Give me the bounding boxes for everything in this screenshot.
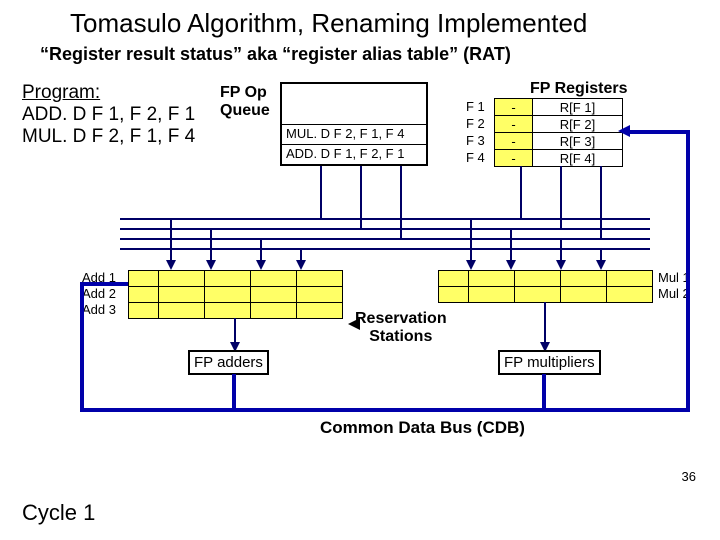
arrow-icon — [618, 125, 630, 137]
add-reservation-stations — [128, 270, 343, 319]
fpop-queue: MUL. D F 2, F 1, F 4 ADD. D F 1, F 2, F … — [280, 82, 428, 166]
fp-registers-label: FP Registers — [530, 80, 628, 98]
program-header: Program: — [22, 82, 195, 104]
cycle-label: Cycle 1 — [22, 500, 95, 526]
fpop-row: ADD. D F 1, F 2, F 1 — [282, 144, 426, 164]
program-block: Program: ADD. D F 1, F 2, F 1 MUL. D F 2… — [22, 82, 195, 148]
add-rs-labels: Add 1 Add 2 Add 3 — [82, 270, 116, 318]
cdb-bus — [80, 408, 690, 412]
fp-reg-names: F 1 F 2 F 3 F 4 — [466, 98, 485, 166]
page-number: 36 — [682, 469, 696, 484]
fp-adders-box: FP adders — [188, 350, 269, 375]
slide-title: Tomasulo Algorithm, Renaming Implemented — [70, 8, 587, 39]
fp-multipliers-box: FP multipliers — [498, 350, 601, 375]
reservation-stations-label: Reservation Stations — [355, 310, 447, 346]
program-line: MUL. D F 2, F 1, F 4 — [22, 126, 195, 148]
arrow-icon — [348, 318, 360, 330]
fp-registers-table: -R[F 1] -R[F 2] -R[F 3] -R[F 4] — [494, 98, 623, 167]
mul-reservation-stations — [438, 270, 653, 303]
cdb-label: Common Data Bus (CDB) — [320, 418, 525, 438]
fpop-row: MUL. D F 2, F 1, F 4 — [282, 124, 426, 144]
fpop-queue-label: FP Op Queue — [220, 84, 270, 120]
slide-subtitle: “Register result status” aka “register a… — [40, 44, 511, 65]
program-line: ADD. D F 1, F 2, F 1 — [22, 104, 195, 126]
